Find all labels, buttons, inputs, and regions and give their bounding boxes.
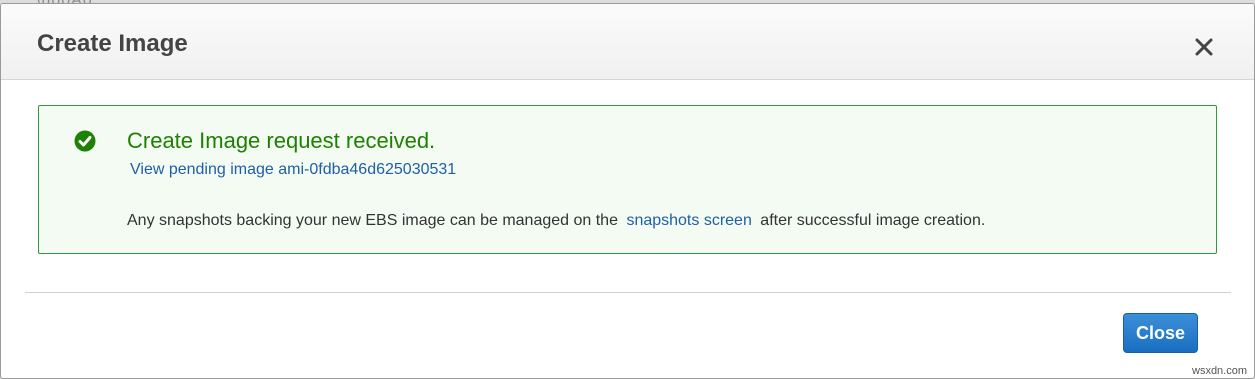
alert-title: Create Image request received. [127, 128, 436, 153]
close-button[interactable]: Close [1123, 313, 1198, 353]
view-pending-image-link[interactable]: View pending image ami-0fdba46d625030531 [130, 161, 456, 179]
close-x-icon[interactable] [1189, 32, 1219, 62]
snapshots-screen-link[interactable]: snapshots screen [626, 212, 751, 229]
modal-header: Create Image [1, 4, 1254, 80]
note-text-after: after successful image creation. [760, 212, 986, 229]
footer-divider [25, 292, 1231, 293]
modal-title: Create Image [37, 30, 188, 57]
create-image-modal: Create Image Create Image request receiv… [0, 3, 1255, 379]
alert-note: Any snapshots backing your new EBS image… [127, 212, 985, 230]
watermark: wsxdn.com [1192, 365, 1248, 377]
check-circle-icon [74, 130, 96, 152]
success-alert: Create Image request received. View pend… [38, 105, 1217, 254]
note-text-before: Any snapshots backing your new EBS image… [127, 212, 618, 229]
